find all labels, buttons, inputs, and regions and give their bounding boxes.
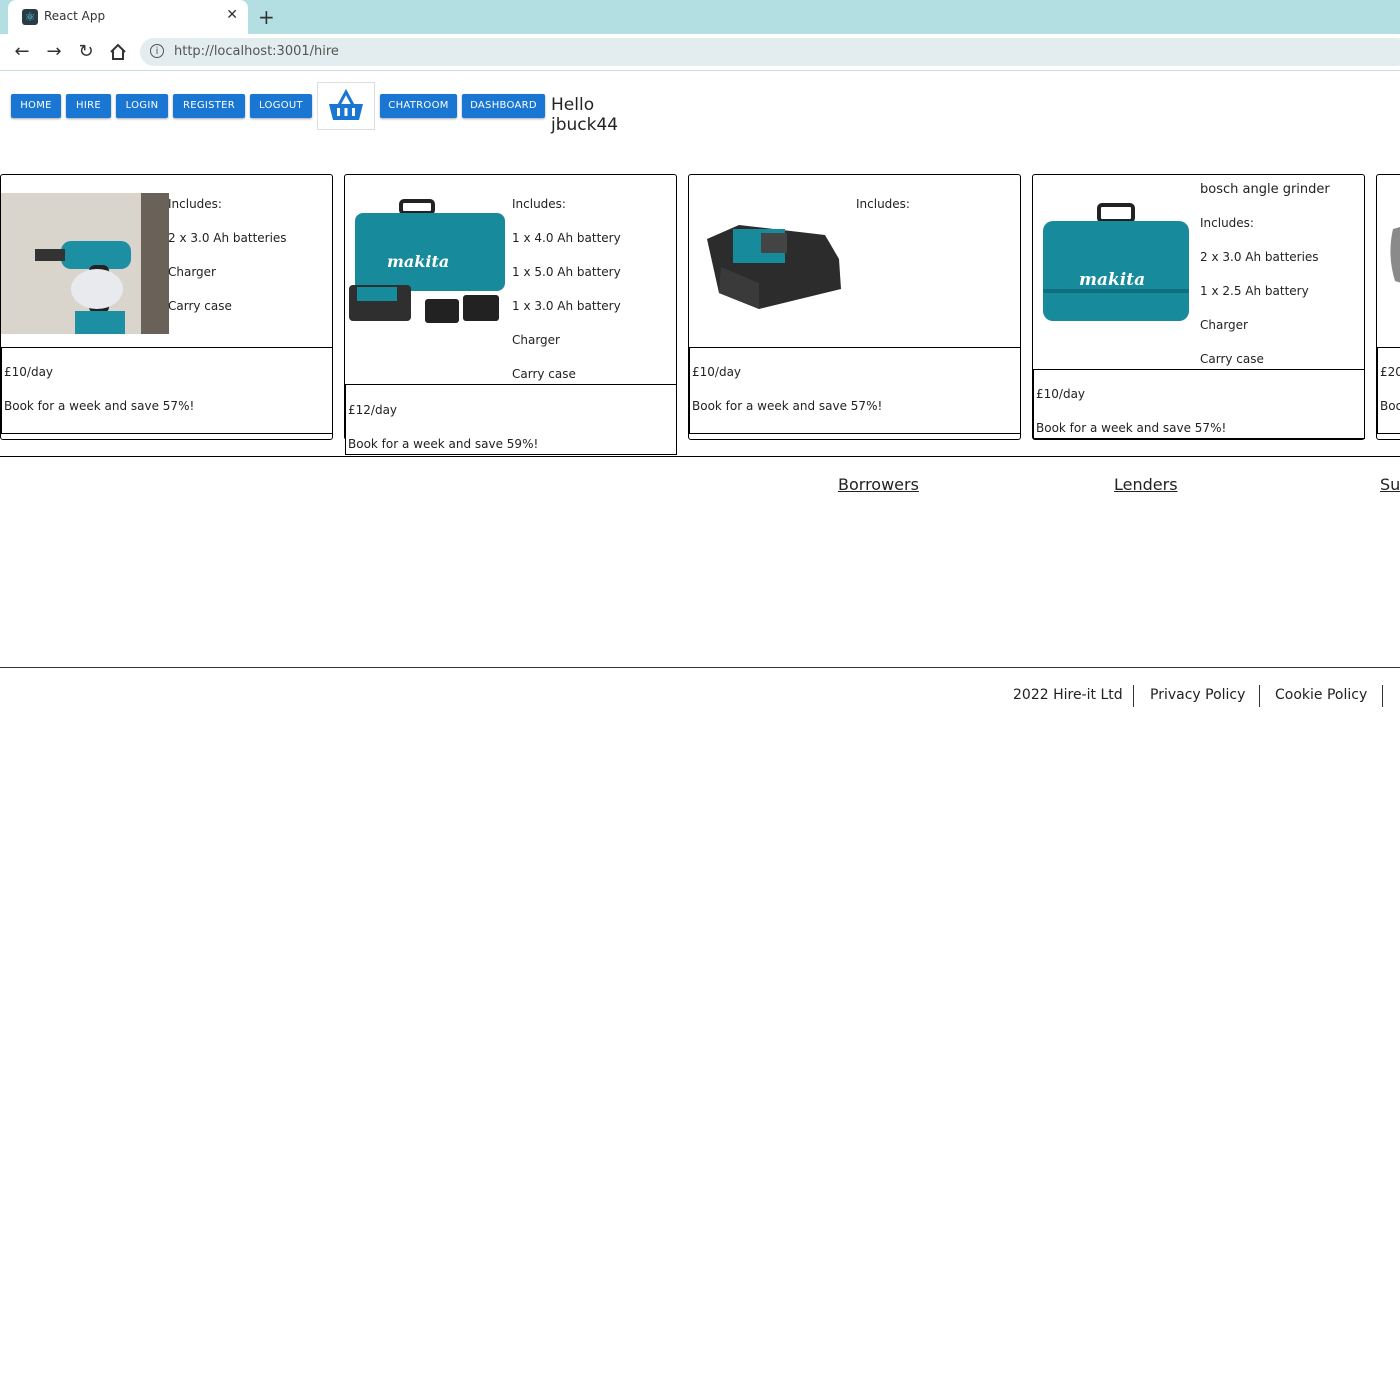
includes-line: Includes: xyxy=(1200,216,1254,230)
includes-line: 2 x 3.0 Ah batteries xyxy=(168,231,287,245)
price-box: £10/day Book for a week and save 57%! xyxy=(689,347,1021,434)
basket-icon xyxy=(329,88,363,120)
price: £20 xyxy=(1380,365,1400,379)
case-image: makita xyxy=(1043,203,1189,321)
login-button[interactable]: LOGIN xyxy=(116,94,168,118)
footer-separator xyxy=(1382,685,1383,707)
home-button[interactable]: HOME xyxy=(11,94,61,118)
copyright-text: 2022 Hire-it Ltd xyxy=(1013,687,1123,703)
includes-line: Charger xyxy=(168,265,216,279)
includes-line: 1 x 2.5 Ah battery xyxy=(1200,284,1309,298)
url-text: http://localhost:3001/hire xyxy=(174,44,339,59)
browser-tab[interactable]: ⚛ React App ✕ xyxy=(8,0,248,34)
dashboard-button[interactable]: DASHBOARD xyxy=(462,94,545,118)
weekly-deal: Book for a week and save 59%! xyxy=(348,437,539,451)
address-bar[interactable]: i http://localhost:3001/hire xyxy=(140,38,1400,66)
weekly-deal: Book for a week and save 57%! xyxy=(4,399,195,413)
cookie-policy-link[interactable]: Cookie Policy xyxy=(1275,687,1367,703)
browser-toolbar: ← → ↻ i http://localhost:3001/hire xyxy=(0,34,1400,71)
support-link[interactable]: Su xyxy=(1380,475,1400,494)
weekly-deal: Book for a week and save 57%! xyxy=(1036,421,1227,435)
borrowers-link[interactable]: Borrowers xyxy=(838,475,919,494)
close-icon[interactable]: ✕ xyxy=(226,7,238,23)
react-icon: ⚛ xyxy=(22,9,38,25)
price: £10/day xyxy=(692,365,742,379)
drill-image xyxy=(1,193,169,334)
footer-separator xyxy=(1259,685,1260,707)
includes-line: Includes: xyxy=(168,197,222,211)
product-card[interactable]: £20 Boo xyxy=(1376,174,1400,440)
drill-kit-image: makita xyxy=(349,199,505,323)
svg-text:makita: makita xyxy=(1079,270,1145,290)
price-box: £10/day Book for a week and save 57%! xyxy=(1033,369,1365,439)
section-divider xyxy=(0,456,1400,457)
footer-divider xyxy=(0,667,1400,668)
price-box: £20 Boo xyxy=(1377,347,1400,434)
includes-line: Includes: xyxy=(856,197,910,211)
logout-button[interactable]: LOGOUT xyxy=(250,94,312,118)
includes-line: 1 x 4.0 Ah battery xyxy=(512,231,621,245)
weekly-deal: Book for a week and save 57%! xyxy=(692,399,883,413)
includes-line: Carry case xyxy=(512,367,576,381)
hire-button[interactable]: HIRE xyxy=(66,94,111,118)
product-title: bosch angle grinder xyxy=(1200,182,1330,197)
includes-line: Charger xyxy=(512,333,560,347)
product-card[interactable]: makita bosch angle grinder Includes: 2 x… xyxy=(1032,174,1365,440)
includes-line: Carry case xyxy=(168,299,232,313)
tab-title: React App xyxy=(44,9,106,23)
includes-line: Charger xyxy=(1200,318,1248,332)
basket-button[interactable] xyxy=(317,82,375,130)
charger-image xyxy=(707,225,841,309)
reload-icon[interactable]: ↻ xyxy=(74,40,98,64)
browser-tab-strip: ⚛ React App ✕ + xyxy=(0,0,1400,34)
greeting: Hello jbuck44 xyxy=(551,95,619,135)
price: £12/day xyxy=(348,403,398,417)
includes-line: 1 x 3.0 Ah battery xyxy=(512,299,621,313)
product-card[interactable]: Includes: £10/day Book for a week and sa… xyxy=(688,174,1021,440)
price-box: £10/day Book for a week and save 57%! xyxy=(1,347,333,434)
includes-line: 2 x 3.0 Ah batteries xyxy=(1200,250,1319,264)
chatroom-button[interactable]: CHATROOM xyxy=(380,94,457,118)
price-box: £12/day Book for a week and save 59%! xyxy=(345,384,677,455)
lenders-link[interactable]: Lenders xyxy=(1114,475,1178,494)
price: £10/day xyxy=(4,365,54,379)
weekly-deal: Boo xyxy=(1380,399,1400,413)
product-card[interactable]: Includes: 2 x 3.0 Ah batteries Charger C… xyxy=(0,174,333,440)
back-arrow-icon[interactable]: ← xyxy=(10,40,34,64)
info-icon[interactable]: i xyxy=(150,44,164,58)
product-card[interactable]: makita Includes: 1 x 4.0 Ah battery 1 x … xyxy=(344,174,677,455)
register-button[interactable]: REGISTER xyxy=(173,94,245,118)
includes-line: Carry case xyxy=(1200,352,1264,366)
price: £10/day xyxy=(1036,387,1086,401)
footer-separator xyxy=(1133,685,1134,707)
forward-arrow-icon[interactable]: → xyxy=(42,40,66,64)
home-icon[interactable] xyxy=(106,40,130,64)
includes-line: 1 x 5.0 Ah battery xyxy=(512,265,621,279)
privacy-policy-link[interactable]: Privacy Policy xyxy=(1150,687,1245,703)
new-tab-plus-icon[interactable]: + xyxy=(258,5,275,29)
includes-line: Includes: xyxy=(512,197,566,211)
product-image xyxy=(1390,227,1400,283)
svg-text:makita: makita xyxy=(387,252,449,271)
